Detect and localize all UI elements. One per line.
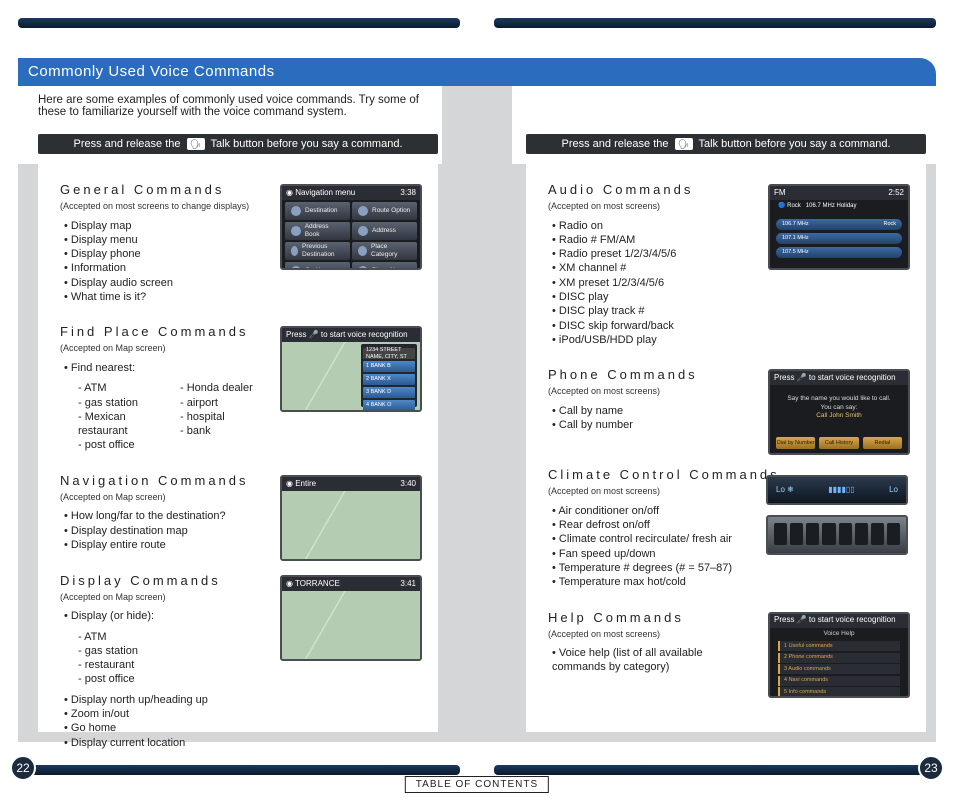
screenshot: ◉ Navigation menu3:38DestinationRoute Op…: [280, 184, 422, 270]
instr-pre: Press and release the: [73, 138, 180, 150]
screenshot: Press 🎤 to start voice recognition1234 S…: [280, 326, 422, 412]
command-item: ATM: [74, 630, 260, 644]
page-number-right: 23: [918, 755, 944, 781]
command-item: gas station: [74, 396, 158, 410]
command-item: Radio on: [548, 219, 748, 233]
section: General Commands(Accepted on most screen…: [60, 182, 424, 304]
section: Climate Control Commands(Accepted on mos…: [548, 467, 912, 589]
command-item: Zoom in/out: [60, 707, 260, 721]
screenshot: ◉ Entire3:40: [280, 475, 422, 561]
command-item: Display destination map: [60, 524, 260, 538]
bottom-rule-right: [494, 765, 936, 775]
command-item: DISC play track #: [548, 304, 748, 318]
command-item: What time is it?: [60, 290, 260, 304]
screenshot: Press 🎤 to start voice recognition Say t…: [768, 369, 910, 455]
command-item: ATM: [74, 381, 158, 395]
screenshot: Press 🎤 to start voice recognition Voice…: [768, 612, 910, 698]
command-item: Display current location: [60, 736, 260, 750]
page-number-left: 22: [10, 755, 36, 781]
instr-pre: Press and release the: [561, 138, 668, 150]
command-item: Display entire route: [60, 538, 260, 552]
command-item: Go home: [60, 721, 260, 735]
section: Help Commands(Accepted on most screens)V…: [548, 610, 912, 690]
command-item: Call by name: [548, 404, 748, 418]
instruction-bar-left: Press and release the 🗣 Talk button befo…: [38, 134, 438, 154]
command-item: restaurant: [74, 658, 260, 672]
command-item: Display phone: [60, 247, 260, 261]
talk-icon: 🗣: [187, 138, 205, 150]
command-item: Display menu: [60, 233, 260, 247]
command-item: Temperature # degrees (# = 57–87): [548, 561, 748, 575]
section: Display Commands(Accepted on Map screen)…: [60, 573, 424, 750]
command-item: iPod/USB/HDD play: [548, 333, 748, 347]
instr-post: Talk button before you say a command.: [699, 138, 891, 150]
page-body: Here are some examples of commonly used …: [18, 86, 936, 742]
command-item: Display north up/heading up: [60, 693, 260, 707]
command-item: Display (or hide):: [60, 609, 260, 623]
section: Audio Commands(Accepted on most screens)…: [548, 182, 912, 347]
section: Navigation Commands(Accepted on Map scre…: [60, 473, 424, 553]
command-item: Information: [60, 261, 260, 275]
command-item: XM channel #: [548, 261, 748, 275]
command-item: post office: [74, 438, 158, 452]
command-item: Honda dealer: [176, 381, 260, 395]
command-item: Climate control recirculate/ fresh air: [548, 532, 748, 546]
command-item: gas station: [74, 644, 260, 658]
command-item: Display audio screen: [60, 276, 260, 290]
command-item: bank: [176, 424, 260, 438]
command-item: Voice help (list of all available comman…: [548, 646, 748, 675]
command-item: Display map: [60, 219, 260, 233]
screenshot: ◉ TORRANCE3:41: [280, 575, 422, 661]
command-item: Rear defrost on/off: [548, 518, 748, 532]
command-item: How long/far to the destination?: [60, 509, 260, 523]
section: Phone Commands(Accepted on most screens)…: [548, 367, 912, 447]
left-column: General Commands(Accepted on most screen…: [38, 164, 438, 732]
command-item: Air conditioner on/off: [548, 504, 748, 518]
command-item: DISC play: [548, 290, 748, 304]
command-item: Find nearest:: [60, 361, 260, 375]
toc-link[interactable]: TABLE OF CONTENTS: [405, 776, 549, 793]
command-item: XM preset 1/2/3/4/5/6: [548, 276, 748, 290]
section: Find Place Commands(Accepted on Map scre…: [60, 324, 424, 452]
talk-icon: 🗣: [675, 138, 693, 150]
instr-post: Talk button before you say a command.: [211, 138, 403, 150]
command-item: Radio # FM/AM: [548, 233, 748, 247]
top-rule-left: [18, 18, 460, 28]
command-item: airport: [176, 396, 260, 410]
command-item: Mexican restaurant: [74, 410, 158, 439]
instruction-bar-right: Press and release the 🗣 Talk button befo…: [526, 134, 926, 154]
command-item: Call by number: [548, 418, 748, 432]
command-item: Radio preset 1/2/3/4/5/6: [548, 247, 748, 261]
bottom-rule-left: [18, 765, 460, 775]
page-title: Commonly Used Voice Commands: [18, 58, 936, 86]
command-item: hospital: [176, 410, 260, 424]
right-column: Audio Commands(Accepted on most screens)…: [526, 164, 926, 732]
top-rule-right: [494, 18, 936, 28]
command-item: Temperature max hot/cold: [548, 575, 748, 589]
command-item: DISC skip forward/back: [548, 319, 748, 333]
command-item: post office: [74, 672, 260, 686]
command-item: Fan speed up/down: [548, 547, 748, 561]
screenshot: FM2:52 🔵 Rock 106.7 MHz Holiday 106.7 MH…: [768, 184, 910, 270]
